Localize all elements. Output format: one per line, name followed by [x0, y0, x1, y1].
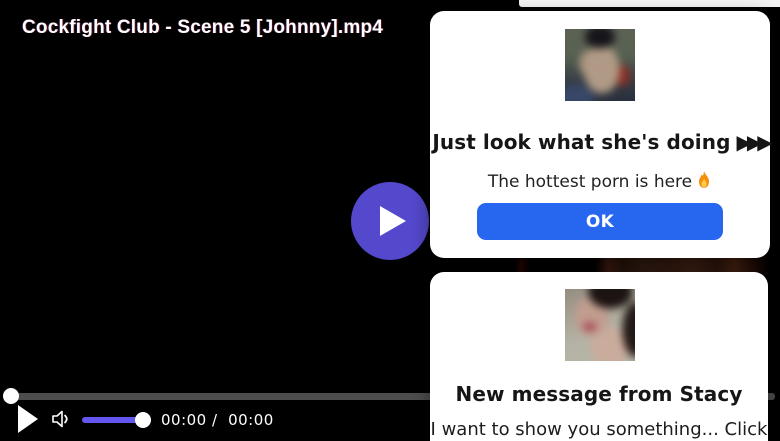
volume-slider[interactable]: [82, 417, 143, 423]
progress-thumb[interactable]: [3, 388, 19, 404]
time-separator: /: [206, 411, 229, 429]
current-time: 00:00: [161, 411, 207, 429]
ad-heading: Just look what she's doing ▶▶▶: [430, 130, 773, 154]
big-play-button[interactable]: [351, 182, 429, 260]
ad-thumbnail-stacy[interactable]: [565, 289, 635, 361]
triple-arrow-icon: ▶▶▶: [736, 130, 773, 154]
fire-emoji: [699, 171, 710, 188]
ad-thumbnail-webcam[interactable]: [565, 29, 635, 101]
ok-button[interactable]: OK: [477, 203, 723, 240]
thumbnail-image: [565, 29, 635, 101]
offscreen-popup-edge: [519, 0, 780, 7]
ad-heading: New message from Stacy: [455, 382, 743, 406]
ad-heading-text: Just look what she's doing: [432, 130, 731, 154]
thumbnail-image: [565, 289, 635, 361]
ad-body: The hottest porn is here: [430, 171, 770, 192]
video-title: Cockfight Club - Scene 5 [Johnny].mp4: [22, 17, 384, 38]
ad-body-text: The hottest porn is here: [487, 172, 693, 192]
ad-popup-hottest-porn[interactable]: Just look what she's doing ▶▶▶ The hottes…: [430, 11, 773, 258]
volume-icon[interactable]: [51, 409, 71, 429]
time-display: 00:00 / 00:00: [161, 411, 274, 429]
duration: 00:00: [228, 411, 274, 429]
ad-popup-new-message[interactable]: New message from Stacy I want to show yo…: [430, 272, 768, 441]
play-icon: [380, 206, 406, 236]
volume-thumb[interactable]: [135, 412, 151, 428]
ad-body: I want to show you something... Click to: [430, 419, 768, 441]
play-control-icon[interactable]: [18, 405, 38, 433]
